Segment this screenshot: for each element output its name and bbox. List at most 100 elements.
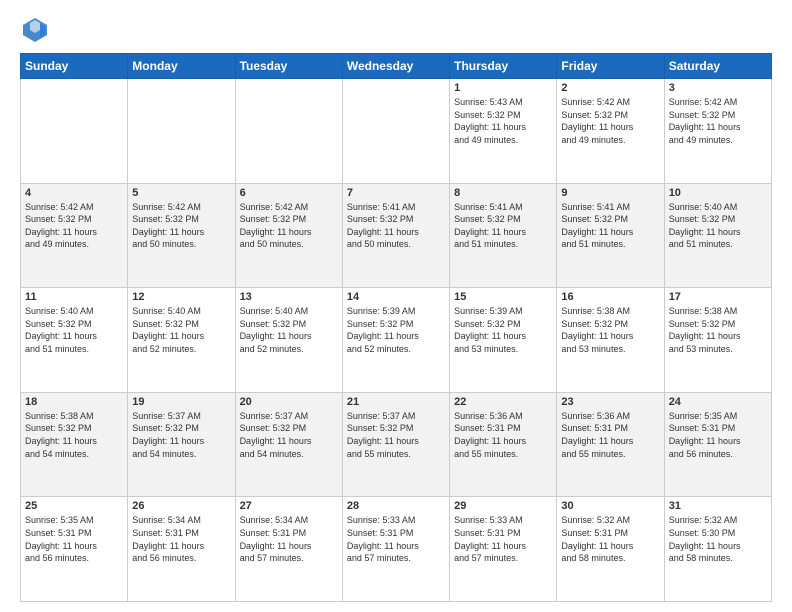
calendar-cell: 31 Sunrise: 5:32 AM Sunset: 5:30 PM Dayli… [664, 497, 771, 602]
calendar-cell: 15 Sunrise: 5:39 AM Sunset: 5:32 PM Dayli… [450, 288, 557, 393]
day-info: Sunrise: 5:38 AM Sunset: 5:32 PM Dayligh… [669, 305, 767, 355]
day-info: Sunrise: 5:39 AM Sunset: 5:32 PM Dayligh… [454, 305, 552, 355]
calendar-cell: 27 Sunrise: 5:34 AM Sunset: 5:31 PM Dayli… [235, 497, 342, 602]
calendar-cell: 11 Sunrise: 5:40 AM Sunset: 5:32 PM Dayli… [21, 288, 128, 393]
day-info: Sunrise: 5:42 AM Sunset: 5:32 PM Dayligh… [25, 201, 123, 251]
day-number: 8 [454, 187, 552, 199]
day-info: Sunrise: 5:41 AM Sunset: 5:32 PM Dayligh… [347, 201, 445, 251]
day-number: 26 [132, 500, 230, 512]
day-info: Sunrise: 5:37 AM Sunset: 5:32 PM Dayligh… [132, 410, 230, 460]
day-number: 11 [25, 291, 123, 303]
calendar-week-row: 11 Sunrise: 5:40 AM Sunset: 5:32 PM Dayli… [21, 288, 772, 393]
calendar-cell [128, 79, 235, 184]
day-number: 23 [561, 396, 659, 408]
day-number: 7 [347, 187, 445, 199]
calendar-cell: 9 Sunrise: 5:41 AM Sunset: 5:32 PM Daylig… [557, 183, 664, 288]
calendar-week-row: 1 Sunrise: 5:43 AM Sunset: 5:32 PM Daylig… [21, 79, 772, 184]
calendar-cell: 7 Sunrise: 5:41 AM Sunset: 5:32 PM Daylig… [342, 183, 449, 288]
day-number: 16 [561, 291, 659, 303]
day-info: Sunrise: 5:37 AM Sunset: 5:32 PM Dayligh… [347, 410, 445, 460]
day-number: 13 [240, 291, 338, 303]
header [20, 15, 772, 45]
calendar-cell: 4 Sunrise: 5:42 AM Sunset: 5:32 PM Daylig… [21, 183, 128, 288]
day-number: 30 [561, 500, 659, 512]
calendar-cell: 13Sunrise: 5:40 AM Sunset: 5:32 PM Dayli… [235, 288, 342, 393]
calendar-week-row: 18 Sunrise: 5:38 AM Sunset: 5:32 PM Dayli… [21, 392, 772, 497]
day-info: Sunrise: 5:42 AM Sunset: 5:32 PM Dayligh… [561, 96, 659, 146]
calendar-day-header: Monday [128, 54, 235, 79]
day-number: 5 [132, 187, 230, 199]
calendar-cell: 6 Sunrise: 5:42 AM Sunset: 5:32 PM Daylig… [235, 183, 342, 288]
calendar-day-header: Friday [557, 54, 664, 79]
logo [20, 15, 54, 45]
day-info: Sunrise: 5:42 AM Sunset: 5:32 PM Dayligh… [240, 201, 338, 251]
calendar-cell: 30 Sunrise: 5:32 AM Sunset: 5:31 PM Dayli… [557, 497, 664, 602]
day-info: Sunrise: 5:36 AM Sunset: 5:31 PM Dayligh… [454, 410, 552, 460]
day-info: Sunrise: 5:41 AM Sunset: 5:32 PM Dayligh… [561, 201, 659, 251]
calendar-day-header: Sunday [21, 54, 128, 79]
day-number: 3 [669, 82, 767, 94]
day-info: Sunrise: 5:32 AM Sunset: 5:30 PM Dayligh… [669, 514, 767, 564]
day-info: Sunrise: 5:43 AM Sunset: 5:32 PM Dayligh… [454, 96, 552, 146]
calendar-cell: 20 Sunrise: 5:37 AM Sunset: 5:32 PM Dayli… [235, 392, 342, 497]
day-number: 12 [132, 291, 230, 303]
day-number: 19 [132, 396, 230, 408]
calendar-page: SundayMondayTuesdayWednesdayThursdayFrid… [0, 0, 792, 612]
day-number: 4 [25, 187, 123, 199]
day-number: 25 [25, 500, 123, 512]
logo-icon [20, 15, 50, 45]
day-number: 31 [669, 500, 767, 512]
day-number: 18 [25, 396, 123, 408]
calendar-cell: 19 Sunrise: 5:37 AM Sunset: 5:32 PM Dayli… [128, 392, 235, 497]
calendar-cell: 29 Sunrise: 5:33 AM Sunset: 5:31 PM Dayli… [450, 497, 557, 602]
day-number: 20 [240, 396, 338, 408]
day-info: Sunrise: 5:36 AM Sunset: 5:31 PM Dayligh… [561, 410, 659, 460]
day-number: 14 [347, 291, 445, 303]
calendar-day-header: Thursday [450, 54, 557, 79]
day-info: Sunrise: 5:39 AM Sunset: 5:32 PM Dayligh… [347, 305, 445, 355]
calendar-cell: 22 Sunrise: 5:36 AM Sunset: 5:31 PM Dayli… [450, 392, 557, 497]
day-info: Sunrise: 5:32 AM Sunset: 5:31 PM Dayligh… [561, 514, 659, 564]
calendar-cell: 3 Sunrise: 5:42 AM Sunset: 5:32 PM Daylig… [664, 79, 771, 184]
calendar-cell: 25Sunrise: 5:35 AM Sunset: 5:31 PM Dayli… [21, 497, 128, 602]
calendar-cell: 12 Sunrise: 5:40 AM Sunset: 5:32 PM Dayli… [128, 288, 235, 393]
day-info: Sunrise: 5:40 AM Sunset: 5:32 PM Dayligh… [25, 305, 123, 355]
day-info: Sunrise: 5:33 AM Sunset: 5:31 PM Dayligh… [454, 514, 552, 564]
calendar-cell: 17 Sunrise: 5:38 AM Sunset: 5:32 PM Dayli… [664, 288, 771, 393]
calendar-cell [342, 79, 449, 184]
day-number: 27 [240, 500, 338, 512]
calendar-cell: 26 Sunrise: 5:34 AM Sunset: 5:31 PM Dayli… [128, 497, 235, 602]
day-number: 22 [454, 396, 552, 408]
day-info: Sunrise: 5:34 AM Sunset: 5:31 PM Dayligh… [240, 514, 338, 564]
calendar-week-row: 4 Sunrise: 5:42 AM Sunset: 5:32 PM Daylig… [21, 183, 772, 288]
day-info: Sunrise: 5:40 AM Sunset: 5:32 PM Dayligh… [669, 201, 767, 251]
calendar-day-header: Saturday [664, 54, 771, 79]
calendar-cell [21, 79, 128, 184]
calendar-cell: 28 Sunrise: 5:33 AM Sunset: 5:31 PM Dayli… [342, 497, 449, 602]
day-info: Sunrise: 5:40 AM Sunset: 5:32 PM Dayligh… [132, 305, 230, 355]
day-number: 21 [347, 396, 445, 408]
calendar-cell: 14 Sunrise: 5:39 AM Sunset: 5:32 PM Dayli… [342, 288, 449, 393]
day-number: 29 [454, 500, 552, 512]
day-info: Sunrise: 5:41 AM Sunset: 5:32 PM Dayligh… [454, 201, 552, 251]
day-number: 15 [454, 291, 552, 303]
calendar-cell: 24Sunrise: 5:35 AM Sunset: 5:31 PM Dayli… [664, 392, 771, 497]
calendar-cell: 10Sunrise: 5:40 AM Sunset: 5:32 PM Dayli… [664, 183, 771, 288]
day-info: Sunrise: 5:34 AM Sunset: 5:31 PM Dayligh… [132, 514, 230, 564]
day-info: Sunrise: 5:37 AM Sunset: 5:32 PM Dayligh… [240, 410, 338, 460]
day-info: Sunrise: 5:38 AM Sunset: 5:32 PM Dayligh… [561, 305, 659, 355]
day-number: 28 [347, 500, 445, 512]
day-number: 1 [454, 82, 552, 94]
calendar-cell: 8 Sunrise: 5:41 AM Sunset: 5:32 PM Daylig… [450, 183, 557, 288]
day-info: Sunrise: 5:38 AM Sunset: 5:32 PM Dayligh… [25, 410, 123, 460]
calendar-week-row: 25Sunrise: 5:35 AM Sunset: 5:31 PM Dayli… [21, 497, 772, 602]
day-number: 6 [240, 187, 338, 199]
day-number: 17 [669, 291, 767, 303]
day-info: Sunrise: 5:33 AM Sunset: 5:31 PM Dayligh… [347, 514, 445, 564]
calendar-table: SundayMondayTuesdayWednesdayThursdayFrid… [20, 53, 772, 602]
calendar-cell: 1 Sunrise: 5:43 AM Sunset: 5:32 PM Daylig… [450, 79, 557, 184]
calendar-day-header: Wednesday [342, 54, 449, 79]
calendar-cell: 16 Sunrise: 5:38 AM Sunset: 5:32 PM Dayli… [557, 288, 664, 393]
day-number: 9 [561, 187, 659, 199]
day-info: Sunrise: 5:42 AM Sunset: 5:32 PM Dayligh… [669, 96, 767, 146]
